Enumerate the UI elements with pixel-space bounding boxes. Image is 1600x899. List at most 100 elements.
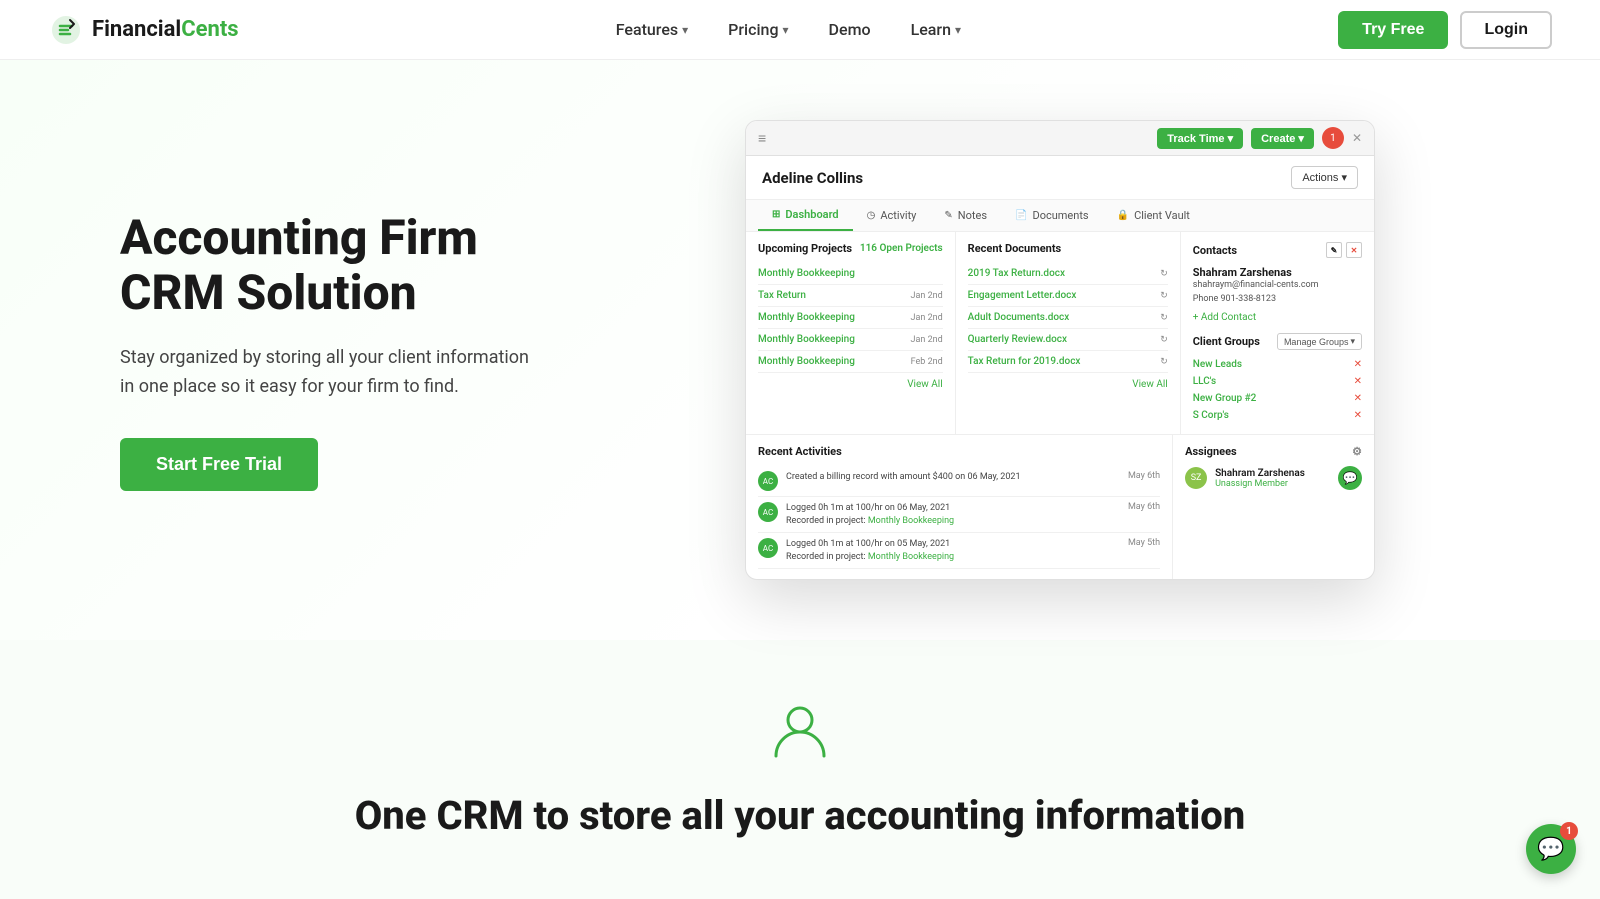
activities-title: Recent Activities <box>758 445 1160 458</box>
chat-icon: 💬 <box>1338 466 1362 490</box>
delete-group-button[interactable]: ✕ <box>1354 410 1362 421</box>
user-avatar-badge: 1 <box>1322 127 1344 149</box>
tab-client-vault[interactable]: 🔒 Client Vault <box>1103 200 1204 231</box>
add-contact-button[interactable]: + Add Contact <box>1193 312 1362 323</box>
pricing-chevron-icon: ▾ <box>783 23 789 37</box>
nav-actions: Try Free Login <box>1338 11 1552 49</box>
recent-documents-col: Recent Documents 2019 Tax Return.docx ↻ … <box>956 232 1181 434</box>
app-screenshot: ≡ Track Time ▾ Create ▾ 1 ✕ Adeline Coll… <box>745 120 1375 580</box>
activity-avatar: AC <box>758 538 778 558</box>
project-row: Monthly Bookkeeping Feb 2nd <box>758 351 943 373</box>
vault-icon: 🔒 <box>1117 210 1129 221</box>
person-icon <box>768 700 832 764</box>
chat-badge: 1 <box>1560 822 1578 840</box>
contact-info: shahraym@financial-cents.com Phone 901-3… <box>1193 279 1362 306</box>
activity-avatar: AC <box>758 502 778 522</box>
tab-documents[interactable]: 📄 Documents <box>1001 200 1103 231</box>
delete-group-button[interactable]: ✕ <box>1354 376 1362 387</box>
contact-name: Shahram Zarshenas <box>1193 266 1362 279</box>
activities-section: Recent Activities AC Created a billing r… <box>746 435 1172 579</box>
group-row: S Corp's ✕ <box>1193 407 1362 424</box>
logo-icon <box>48 12 84 48</box>
activity-avatar: AC <box>758 471 778 491</box>
contact-actions: ✎ ✕ <box>1326 242 1362 258</box>
app-body: Upcoming Projects 116 Open Projects Mont… <box>746 232 1374 434</box>
learn-chevron-icon: ▾ <box>955 23 961 37</box>
hero-right: ≡ Track Time ▾ Create ▾ 1 ✕ Adeline Coll… <box>540 120 1520 580</box>
group-row: New Group #2 ✕ <box>1193 390 1362 407</box>
notes-icon: ✎ <box>944 210 952 221</box>
project-row: Monthly Bookkeeping Jan 2nd <box>758 329 943 351</box>
project-row: Monthly Bookkeeping Jan 2nd <box>758 307 943 329</box>
hamburger-icon: ≡ <box>758 130 766 147</box>
edit-contact-button[interactable]: ✎ <box>1326 242 1342 258</box>
sync-icon: ↻ <box>1160 357 1168 367</box>
project-row: Tax Return Jan 2nd <box>758 285 943 307</box>
documents-view-all[interactable]: View All <box>968 379 1168 390</box>
recent-documents-title: Recent Documents <box>968 242 1168 255</box>
sync-icon: ↻ <box>1160 269 1168 279</box>
assignee-row: SZ Shahram Zarshenas Unassign Member 💬 <box>1185 466 1362 490</box>
tab-activity[interactable]: ◷ Activity <box>853 200 931 231</box>
app-topbar-left: ≡ <box>758 130 766 147</box>
logo[interactable]: FinancialCents <box>48 12 239 48</box>
upcoming-projects-col: Upcoming Projects 116 Open Projects Mont… <box>746 232 956 434</box>
logo-text: FinancialCents <box>92 17 239 42</box>
document-row: Tax Return for 2019.docx ↻ <box>968 351 1168 373</box>
group-row: New Leads ✕ <box>1193 356 1362 373</box>
activity-row: AC Created a billing record with amount … <box>758 466 1160 497</box>
chat-bubble[interactable]: 💬 1 <box>1526 824 1576 874</box>
chat-bubble-icon: 💬 <box>1537 837 1564 862</box>
delete-group-button[interactable]: ✕ <box>1354 359 1362 370</box>
app-bottom: Recent Activities AC Created a billing r… <box>746 434 1374 579</box>
document-row: Engagement Letter.docx ↻ <box>968 285 1168 307</box>
section2-title: One CRM to store all your accounting inf… <box>40 792 1560 839</box>
create-button[interactable]: Create ▾ <box>1251 128 1314 149</box>
delete-contact-button[interactable]: ✕ <box>1346 242 1362 258</box>
app-client-header: Adeline Collins Actions ▾ <box>746 156 1374 200</box>
document-row: 2019 Tax Return.docx ↻ <box>968 263 1168 285</box>
hero-description: Stay organized by storing all your clien… <box>120 344 540 402</box>
documents-icon: 📄 <box>1015 210 1027 221</box>
hero-left: Accounting Firm CRM Solution Stay organi… <box>120 210 540 491</box>
contacts-col: Contacts ✎ ✕ Shahram Zarshenas shahraym@… <box>1181 232 1374 434</box>
try-free-button[interactable]: Try Free <box>1338 11 1448 49</box>
assignees-title: Assignees ⚙ <box>1185 445 1362 458</box>
activity-row: AC Logged 0h 1m at 100/hr on 05 May, 202… <box>758 533 1160 569</box>
project-row: Monthly Bookkeeping <box>758 263 943 285</box>
tab-dashboard[interactable]: ⊞ Dashboard <box>758 200 853 231</box>
assignee-avatar: SZ <box>1185 467 1207 489</box>
delete-group-button[interactable]: ✕ <box>1354 393 1362 404</box>
tab-notes[interactable]: ✎ Notes <box>930 200 1001 231</box>
app-topbar-right: Track Time ▾ Create ▾ 1 ✕ <box>1157 127 1362 149</box>
assignee-name: Shahram Zarshenas <box>1215 468 1305 479</box>
dashboard-icon: ⊞ <box>772 209 780 220</box>
login-button[interactable]: Login <box>1460 11 1552 49</box>
nav-pricing[interactable]: Pricing ▾ <box>712 12 804 47</box>
assignees-settings-icon[interactable]: ⚙ <box>1352 445 1362 458</box>
actions-button[interactable]: Actions ▾ <box>1291 166 1358 189</box>
sync-icon: ↻ <box>1160 335 1168 345</box>
group-row: LLC's ✕ <box>1193 373 1362 390</box>
manage-groups-button[interactable]: Manage Groups ▾ <box>1277 333 1362 350</box>
close-icon: ✕ <box>1352 131 1362 145</box>
features-chevron-icon: ▾ <box>682 23 688 37</box>
track-time-button[interactable]: Track Time ▾ <box>1157 128 1243 149</box>
document-row: Adult Documents.docx ↻ <box>968 307 1168 329</box>
nav-links: Features ▾ Pricing ▾ Demo Learn ▾ <box>600 12 977 47</box>
nav-learn[interactable]: Learn ▾ <box>895 12 977 47</box>
nav-features[interactable]: Features ▾ <box>600 12 704 47</box>
contacts-title: Contacts ✎ ✕ <box>1193 242 1362 258</box>
open-projects-badge: 116 Open Projects <box>860 243 943 254</box>
nav-demo[interactable]: Demo <box>813 12 887 47</box>
upcoming-projects-title: Upcoming Projects 116 Open Projects <box>758 242 943 255</box>
hero-section: Accounting Firm CRM Solution Stay organi… <box>0 60 1600 640</box>
sync-icon: ↻ <box>1160 291 1168 301</box>
app-topbar: ≡ Track Time ▾ Create ▾ 1 ✕ <box>746 121 1374 156</box>
start-free-trial-button[interactable]: Start Free Trial <box>120 438 318 491</box>
client-name: Adeline Collins <box>762 169 863 187</box>
activity-row: AC Logged 0h 1m at 100/hr on 06 May, 202… <box>758 497 1160 533</box>
projects-view-all[interactable]: View All <box>758 379 943 390</box>
section2: One CRM to store all your accounting inf… <box>0 640 1600 899</box>
unassign-button[interactable]: Unassign Member <box>1215 479 1305 489</box>
